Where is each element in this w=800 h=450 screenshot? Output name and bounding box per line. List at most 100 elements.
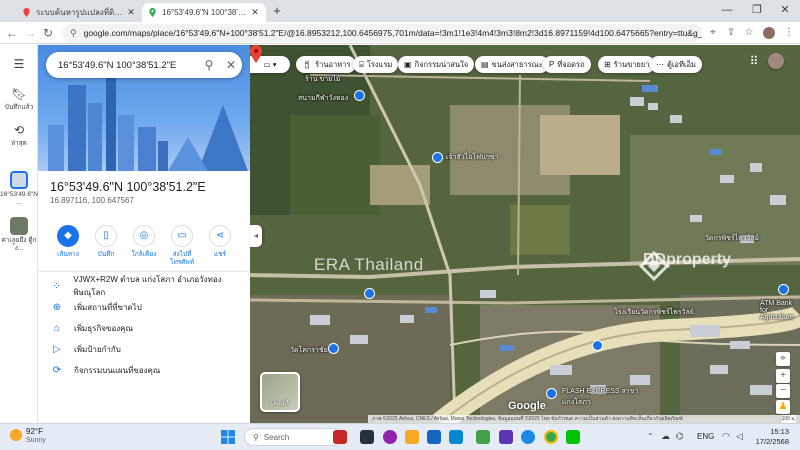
satellite-map[interactable]: ▭ ▾ 🍴︎ ร้านอาหาร ⌸ โรงแรม ▣ กิจกรรมน่าสนใจ …: [250, 45, 800, 423]
address-bar[interactable]: ⚲ google.com/maps/place/16°53'49.6"N+100…: [62, 24, 702, 42]
chip-parking[interactable]: P ที่จอดรถ: [543, 56, 591, 73]
poi-marker[interactable]: [364, 288, 375, 299]
share-page-icon[interactable]: ⇪: [724, 26, 738, 40]
chip-restaurants[interactable]: 🍴︎ ร้านอาหาร: [296, 56, 357, 73]
share-button[interactable]: ⋖ แชร์: [202, 225, 238, 259]
excel-icon[interactable]: [476, 430, 490, 444]
language-indicator[interactable]: ENG: [697, 432, 714, 441]
poi-marker[interactable]: [354, 90, 365, 101]
wifi-icon[interactable]: ◠: [722, 431, 730, 442]
poi-marker[interactable]: [592, 340, 603, 351]
tab-landsmap[interactable]: ระบบค้นหารูปแปลงที่ดิน (LandsMap) ✕: [16, 3, 142, 22]
chip-hotels[interactable]: ⌸ โรงแรม: [353, 56, 399, 73]
poi-marker[interactable]: [328, 343, 339, 354]
map-label[interactable]: โรงเรียนวัดกรพิชร์ไพรวัลย์: [614, 307, 694, 318]
map-label[interactable]: สนามกีฬาวังทอง: [298, 93, 348, 104]
cloud-icon[interactable]: ☁: [661, 431, 670, 442]
rail-recent-place-1[interactable]: 16°53'49.6"N ...: [0, 171, 38, 207]
timeline-icon: ⟳: [52, 364, 62, 376]
poi-marker[interactable]: [432, 152, 443, 163]
maximize-button[interactable]: ❐: [742, 0, 772, 22]
map-attribution: ภาพ ©2025 Airbus, CNES / Airbus, Maxar T…: [368, 415, 800, 423]
bookmark-star-icon[interactable]: ☆: [742, 26, 756, 40]
clear-search-icon[interactable]: ✕: [220, 58, 242, 72]
location-icon[interactable]: ⌖: [706, 26, 720, 40]
atm-marker[interactable]: [778, 284, 789, 295]
chrome-icon[interactable]: [544, 430, 558, 444]
chip-pharmacy[interactable]: ⊞ ร้านขายยา: [598, 56, 656, 73]
rail-recent[interactable]: ⟲ ล่าสุด: [0, 123, 38, 148]
edge-icon[interactable]: [521, 430, 535, 444]
directions-icon: ◆: [57, 225, 79, 247]
directions-button[interactable]: ◆ เส้นทาง: [50, 225, 86, 259]
map-activity-row[interactable]: ⟳ กิจกรรมบนแผนที่ของคุณ: [50, 363, 246, 377]
map-label[interactable]: FLASH EXPRESS สาขาแก่งโสภา: [562, 386, 642, 408]
mail-icon[interactable]: [449, 430, 463, 444]
reload-button[interactable]: ↻: [40, 25, 56, 41]
map-label[interactable]: ATM Bank for Agriculture: [760, 300, 800, 321]
line-icon[interactable]: [566, 430, 580, 444]
store-icon[interactable]: [427, 430, 441, 444]
account-avatar[interactable]: [768, 53, 784, 69]
add-missing-place-row[interactable]: ⊕ เพิ่มสถานที่ที่ขาดไป: [50, 300, 246, 314]
forward-button[interactable]: →: [22, 25, 38, 41]
network-icon[interactable]: ⌬: [676, 431, 684, 442]
new-tab-button[interactable]: +: [270, 3, 284, 19]
flag-icon[interactable]: [333, 430, 347, 444]
volume-icon[interactable]: ◁: [736, 431, 743, 442]
rail-recent-place-2[interactable]: ค่าเลยยึ่ง ดูีก ้ง...: [0, 217, 38, 253]
map-label[interactable]: วัดโคกราชัย: [290, 345, 328, 356]
close-tab-icon[interactable]: ✕: [126, 7, 136, 18]
menu-button[interactable]: ☰: [0, 57, 38, 74]
site-info-icon[interactable]: ⚲: [70, 28, 77, 39]
poi-marker[interactable]: [546, 388, 557, 399]
search-icon[interactable]: ⚲: [198, 58, 220, 72]
search-placeholder: Search: [263, 432, 290, 442]
clock-date[interactable]: 17/2/2568: [749, 437, 789, 446]
zoom-out-button[interactable]: −: [776, 384, 790, 398]
file-explorer-icon[interactable]: [405, 430, 419, 444]
search-box[interactable]: ⚲ ✕: [46, 52, 242, 78]
save-button[interactable]: ▯ บันทึก: [88, 225, 124, 259]
rail-saved[interactable]: 🔖︎ บันทึกแล้ว: [0, 87, 38, 112]
browser-menu-icon[interactable]: ⋮: [782, 26, 796, 40]
add-label-row[interactable]: ▷ เพิ่มป้ายกำกับ: [50, 342, 246, 356]
send-to-phone-button[interactable]: ▭ ส่งไปที่โทรศัพท์: [164, 225, 200, 267]
map-label[interactable]: วัดกรพิชร์ไพรวัลย์: [705, 233, 759, 244]
copilot-icon[interactable]: [383, 430, 397, 444]
weather-text[interactable]: Sunny: [26, 437, 46, 444]
chip-things-to-do[interactable]: ▣ กิจกรรมน่าสนใจ: [398, 56, 475, 73]
weather-temp[interactable]: 92°F: [26, 427, 43, 436]
clock-time[interactable]: 15:13: [755, 427, 789, 436]
dropped-pin-icon[interactable]: [250, 45, 262, 63]
transit-icon: ▤: [481, 60, 489, 69]
teams-icon[interactable]: [499, 430, 513, 444]
ddproperty-watermark: DDproperty: [639, 251, 731, 281]
tab-google-maps[interactable]: 16°53'49.6"N 100°38'51.2"E - Google Maps…: [142, 3, 266, 22]
zoom-in-button[interactable]: +: [776, 369, 790, 383]
chip-atm[interactable]: ⋯ ตู้เอทีเอ็ม: [650, 56, 702, 73]
pegman-icon[interactable]: ♟︎: [776, 400, 790, 414]
add-business-row[interactable]: ⌂ เพิ่มธุรกิจของคุณ: [50, 321, 246, 335]
bookmark-icon: 🔖︎: [11, 87, 27, 101]
chevron-up-icon[interactable]: ⌃: [647, 432, 654, 441]
map-label[interactable]: เจ้าสัวไอโฟนฯชา: [446, 152, 498, 163]
search-input[interactable]: [58, 59, 198, 71]
taskbar-search[interactable]: ⚲ Search: [244, 428, 344, 446]
map-label[interactable]: ร้าน ขายไม้: [305, 74, 340, 85]
apps-grid-icon[interactable]: ⠿: [747, 54, 761, 68]
profile-avatar[interactable]: [762, 26, 776, 40]
close-tab-icon[interactable]: ✕: [250, 7, 260, 18]
chip-transit[interactable]: ▤ ขนส่งสาธารณะ: [475, 56, 549, 73]
my-location-button[interactable]: ⌖: [776, 352, 790, 366]
back-button[interactable]: ←: [4, 25, 20, 41]
layers-button[interactable]: เลเยอร์: [260, 372, 300, 412]
task-view-icon[interactable]: [360, 430, 374, 444]
collapse-panel-button[interactable]: ◂: [250, 225, 262, 247]
row-text: กิจกรรมบนแผนที่ของคุณ: [74, 365, 161, 375]
nearby-button[interactable]: ◎ ใกล้เคียง: [126, 225, 162, 259]
minimize-button[interactable]: —: [712, 0, 742, 22]
close-window-button[interactable]: ✕: [770, 0, 800, 22]
plus-code-row[interactable]: ⁘ VJWX+R2W ตำบล แก่งโสภา อำเภอวังทอง พิษ…: [50, 275, 246, 297]
windows-start-icon[interactable]: [221, 430, 235, 444]
